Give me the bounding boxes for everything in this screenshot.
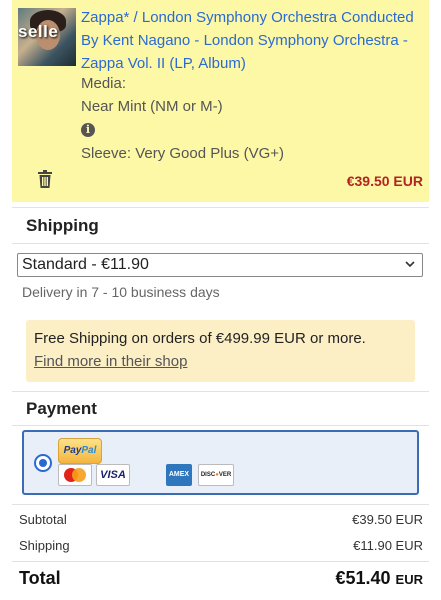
item-title-link[interactable]: Zappa* / London Symphony Orchestra Condu… [81, 6, 427, 75]
sleeve-condition: Sleeve: Very Good Plus (VG+) [81, 145, 285, 162]
thumbnail-sticker-text: selle [18, 22, 59, 41]
total-amount: €51.40 [335, 568, 391, 588]
payment-heading: Payment [26, 399, 97, 418]
album-thumbnail[interactable]: selle [18, 8, 76, 66]
payment-option-paypal[interactable]: PayPal VISA AMEX DISC●VER [22, 430, 419, 495]
discover-icon: DISC●VER [198, 464, 234, 486]
divider [12, 561, 429, 562]
media-label: Media: [81, 75, 127, 92]
shipping-method-select[interactable]: Standard - €11.90 [17, 253, 423, 277]
cart-item: selle Zappa* / London Symphony Orchestra… [12, 0, 429, 202]
media-condition: Near Mint (NM or M-) [81, 98, 223, 115]
shipping-summary-value: €11.90 EUR [353, 538, 423, 553]
mastercard-icon [58, 464, 92, 486]
free-shipping-text: Free Shipping on orders of €499.99 EUR o… [34, 330, 366, 347]
divider [12, 504, 429, 505]
amex-icon: AMEX [166, 464, 192, 486]
item-price: €39.50 EUR [346, 173, 423, 189]
shipping-selected-option: Standard - €11.90 [22, 256, 149, 273]
divider [12, 243, 429, 244]
trash-icon[interactable] [38, 170, 52, 188]
paypal-logo: PayPal [58, 438, 102, 464]
total-label: Total [19, 568, 61, 588]
subtotal-label: Subtotal [19, 512, 67, 527]
info-icon[interactable]: i [81, 123, 95, 137]
divider [12, 391, 429, 392]
divider [12, 425, 429, 426]
shop-link[interactable]: Find more in their shop [34, 353, 187, 370]
total-currency: EUR [395, 572, 423, 587]
chevron-down-icon [405, 261, 415, 268]
shipping-heading: Shipping [26, 216, 99, 235]
subtotal-value: €39.50 EUR [352, 512, 423, 527]
delivery-estimate: Delivery in 7 - 10 business days [22, 284, 220, 300]
total-value: €51.40 EUR [335, 568, 423, 589]
shipping-summary-label: Shipping [19, 538, 70, 553]
visa-icon: VISA [96, 464, 130, 486]
paypal-radio[interactable] [34, 454, 52, 472]
divider [12, 207, 429, 208]
free-shipping-notice: Free Shipping on orders of €499.99 EUR o… [26, 320, 415, 382]
